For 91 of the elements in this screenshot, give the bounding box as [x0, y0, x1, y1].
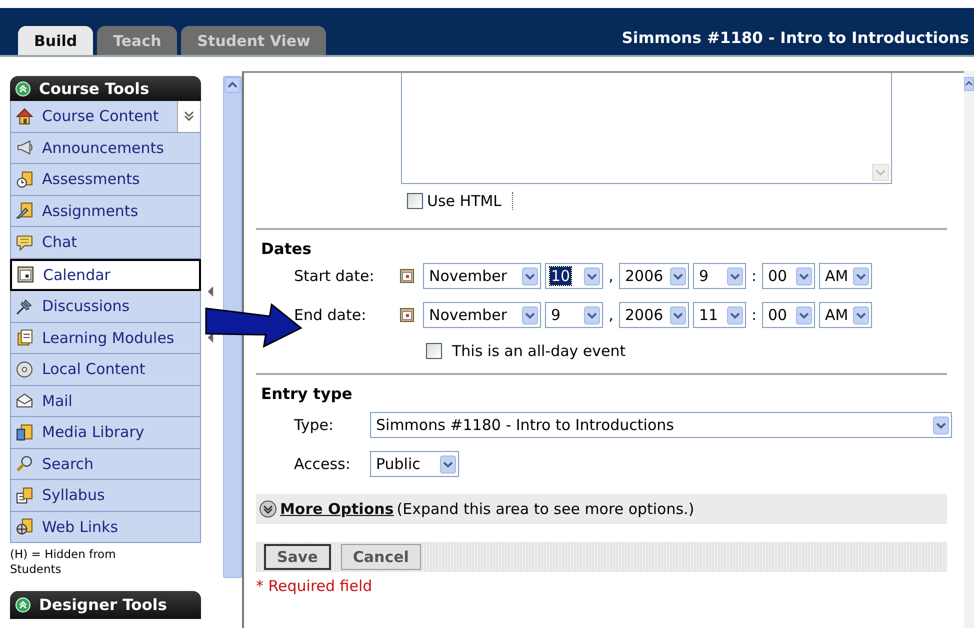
sidebar-item-label: Chat — [42, 233, 78, 252]
sidebar-item-label: Media Library — [42, 423, 144, 442]
time-separator: : — [750, 267, 758, 285]
house-icon — [16, 108, 33, 125]
scrollbar[interactable] — [223, 76, 242, 578]
scroll-up-icon[interactable] — [964, 77, 974, 91]
sidebar-item-label: Search — [42, 454, 94, 473]
sidebar-item-label: Syllabus — [42, 486, 105, 504]
time-separator: : — [750, 306, 758, 324]
sidebar-item[interactable]: Mail — [10, 386, 201, 417]
sidebar-item-label: Web Links — [42, 518, 118, 536]
checkbox-label: This is an all-day event — [452, 342, 626, 360]
dropdown[interactable]: AM — [819, 263, 872, 289]
dropdown[interactable]: November — [423, 263, 541, 289]
sidebar-item-label: Assessments — [42, 170, 140, 188]
megaphone-icon — [16, 139, 33, 156]
dropdown[interactable]: 00 — [762, 263, 815, 289]
sidebar-item[interactable]: Assessments — [10, 164, 201, 196]
sidebar-item[interactable]: Learning Modules — [10, 322, 201, 354]
sidebar-item[interactable]: Search — [10, 448, 201, 480]
sidebar-item[interactable]: Web Links — [10, 512, 201, 543]
field-label: Start date: — [294, 267, 376, 285]
field-label: End date: — [294, 306, 368, 324]
sidebar-item[interactable]: Course Content — [10, 101, 201, 132]
sidebar-item-label: Announcements — [42, 138, 164, 157]
checkbox-label: Use HTML — [427, 192, 513, 210]
panel-title: Designer Tools — [39, 596, 167, 614]
globe-document-icon — [16, 518, 33, 536]
dropdown[interactable]: 10 — [545, 263, 603, 289]
checkbox[interactable] — [426, 343, 442, 359]
scrollbar[interactable] — [964, 71, 974, 628]
more-options-hint: (Expand this area to see more options.) — [396, 500, 694, 518]
disc-icon — [16, 360, 33, 378]
documents-icon — [16, 329, 33, 346]
panel-title: Course Tools — [39, 80, 150, 98]
section-heading: Entry type — [261, 385, 354, 403]
scroll-up-icon[interactable] — [224, 77, 241, 93]
sidebar-item-label: Learning Modules — [42, 328, 174, 347]
pushpin-icon — [16, 298, 33, 315]
required-note: * Required field — [256, 577, 374, 595]
sidebar-item-label: Local Content — [42, 360, 146, 378]
sidebar-item-label: Mail — [42, 392, 72, 410]
sidebar-item[interactable]: Media Library — [10, 417, 201, 448]
calendar-icon[interactable] — [400, 269, 414, 283]
dropdown[interactable]: 11 — [693, 302, 746, 328]
dropdown[interactable]: 9 — [545, 302, 603, 328]
book-icon — [16, 486, 33, 504]
dropdown[interactable]: AM — [819, 302, 872, 328]
date-separator: , — [608, 306, 614, 324]
envelope-icon — [16, 392, 33, 410]
field-label: Access: — [294, 455, 352, 473]
checkbox[interactable] — [407, 193, 423, 209]
course-title: Simmons #1180 - Intro to Introductions — [622, 29, 970, 49]
pencil-document-icon — [16, 202, 33, 220]
sidebar-item[interactable]: Assignments — [10, 196, 201, 227]
speech-bubble-icon — [16, 234, 33, 251]
date-separator: , — [608, 267, 614, 285]
form-button[interactable]: Save — [264, 544, 331, 570]
sidebar-item[interactable]: Calendar — [10, 258, 201, 291]
dropdown[interactable]: 9 — [693, 263, 746, 289]
collapse-icon[interactable] — [15, 597, 31, 613]
hidden-note: (H) = Hidden from Students — [10, 547, 117, 577]
sidebar-item[interactable]: Discussions — [10, 291, 201, 322]
calendar-icon — [17, 266, 34, 284]
collapse-icon[interactable] — [15, 80, 31, 96]
double-chevron-icon — [184, 110, 194, 122]
dropdown[interactable]: November — [423, 302, 541, 328]
dropdown[interactable]: 00 — [762, 302, 815, 328]
sidebar-item[interactable]: Syllabus — [10, 480, 201, 512]
form-button[interactable]: Cancel — [340, 544, 421, 570]
section-heading: Dates — [261, 240, 312, 258]
dropdown[interactable]: 2006 — [619, 302, 689, 328]
clock-document-icon — [16, 170, 33, 188]
calendar-icon[interactable] — [400, 308, 414, 322]
dropdown[interactable]: 2006 — [619, 263, 689, 289]
sidebar-item-label: Course Content — [42, 107, 159, 126]
film-document-icon — [16, 424, 33, 441]
sidebar-item-label: Calendar — [43, 266, 110, 284]
sidebar-item[interactable]: Chat — [10, 227, 201, 258]
dropdown[interactable]: Public — [370, 451, 459, 477]
sidebar-item[interactable]: Local Content — [10, 354, 201, 386]
sidebar-item-label: Discussions — [42, 297, 130, 316]
field-label: Type: — [294, 416, 335, 434]
tab[interactable]: Build — [18, 26, 94, 55]
search-icon — [16, 455, 33, 472]
dropdown[interactable]: Simmons #1180 - Intro to Introductions — [370, 412, 952, 438]
expand-icon[interactable] — [259, 500, 277, 518]
sidebar-item-label: Assignments — [42, 202, 138, 220]
sidebar-item[interactable]: Announcements — [10, 132, 201, 164]
more-options-link[interactable]: More Options — [280, 500, 394, 518]
menu-button[interactable] — [176, 101, 200, 132]
